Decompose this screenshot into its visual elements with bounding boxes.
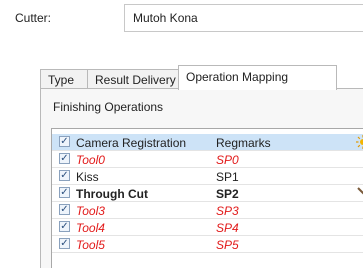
table-row[interactable]: ✓ Tool3 SP3 xyxy=(52,202,363,219)
operation-name: Tool4 xyxy=(76,221,105,235)
checkbox[interactable]: ✓ xyxy=(59,204,70,215)
regmark-value: SP3 xyxy=(216,204,239,218)
operation-name: Tool3 xyxy=(76,204,105,218)
tab-operation-mapping[interactable]: Operation Mapping xyxy=(178,65,337,90)
operations-grid: ✓ Camera Registration Regmarks ✓ Tool0 S… xyxy=(51,128,363,268)
checkbox[interactable]: ✓ xyxy=(59,238,70,249)
knife-icon xyxy=(356,185,363,201)
operation-name: Tool5 xyxy=(76,238,105,252)
regmark-value: SP0 xyxy=(216,153,239,167)
tab-result-delivery[interactable]: Result Delivery xyxy=(87,69,179,89)
regmark-value: Regmarks xyxy=(216,136,271,150)
cutter-label: Cutter: xyxy=(15,11,52,25)
operation-name: Tool0 xyxy=(76,153,105,167)
operation-name: Kiss xyxy=(76,170,99,184)
table-row[interactable]: ✓ Through Cut SP2 xyxy=(52,185,363,202)
regmark-value: SP4 xyxy=(216,221,239,235)
cutter-field[interactable]: Mutoh Kona xyxy=(124,4,363,32)
operation-name: Camera Registration xyxy=(76,136,187,150)
checkbox[interactable]: ✓ xyxy=(59,170,70,181)
regmark-value: SP1 xyxy=(216,170,239,184)
table-row[interactable]: ✓ Tool0 SP0 xyxy=(52,151,363,168)
tab-type[interactable]: Type xyxy=(40,69,88,89)
checkbox[interactable]: ✓ xyxy=(59,187,70,198)
sun-icon xyxy=(356,134,363,150)
checkbox[interactable]: ✓ xyxy=(59,153,70,164)
table-row[interactable]: ✓ Tool5 SP5 xyxy=(52,236,363,253)
checkbox[interactable]: ✓ xyxy=(59,221,70,232)
checkbox[interactable]: ✓ xyxy=(59,136,70,147)
table-row[interactable]: ✓ Camera Registration Regmarks xyxy=(52,134,363,151)
section-title: Finishing Operations xyxy=(53,100,164,114)
operation-name: Through Cut xyxy=(76,187,148,201)
regmark-value: SP2 xyxy=(216,187,239,201)
table-row[interactable]: ✓ Kiss SP1 xyxy=(52,168,363,185)
regmark-value: SP5 xyxy=(216,238,239,252)
table-row[interactable]: ✓ Tool4 SP4 xyxy=(52,219,363,236)
